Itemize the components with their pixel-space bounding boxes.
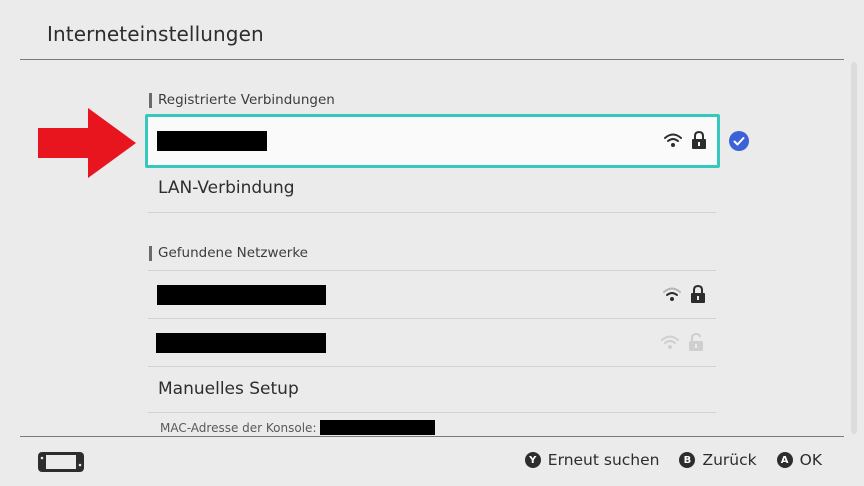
b-button-icon: B bbox=[679, 452, 696, 468]
mac-address-label: MAC-Adresse der Konsole: bbox=[160, 421, 317, 435]
ok-button[interactable]: A OK bbox=[776, 451, 822, 469]
network-status-icons bbox=[663, 130, 707, 154]
divider bbox=[148, 412, 716, 413]
y-button-icon: Y bbox=[524, 452, 541, 468]
wifi-icon bbox=[660, 334, 680, 354]
search-again-label: Erneut suchen bbox=[547, 451, 660, 469]
lock-icon bbox=[690, 284, 706, 308]
redacted-network-name bbox=[157, 131, 267, 151]
section-registered-label: Registrierte Verbindungen bbox=[149, 92, 335, 108]
ok-label: OK bbox=[799, 451, 822, 469]
header-divider bbox=[20, 59, 844, 60]
redacted-network-name bbox=[157, 285, 326, 305]
wifi-icon bbox=[663, 132, 683, 152]
redacted-mac-address bbox=[320, 420, 435, 435]
network-status-icons bbox=[662, 284, 706, 308]
scrollbar[interactable] bbox=[851, 62, 857, 434]
wifi-icon bbox=[662, 286, 682, 306]
back-label: Zurück bbox=[702, 451, 757, 469]
check-icon bbox=[729, 131, 749, 151]
network-status-icons bbox=[660, 332, 706, 356]
arrow-right-icon bbox=[38, 108, 136, 182]
manual-setup-label: Manuelles Setup bbox=[158, 379, 299, 399]
divider bbox=[148, 212, 716, 213]
found-network-row[interactable] bbox=[148, 271, 716, 318]
a-button-icon: A bbox=[776, 452, 793, 468]
lock-icon bbox=[691, 130, 707, 154]
footer-divider bbox=[20, 436, 844, 437]
unlock-icon bbox=[688, 332, 706, 356]
lan-connection-label: LAN-Verbindung bbox=[158, 178, 295, 198]
search-again-button[interactable]: Y Erneut suchen bbox=[524, 451, 660, 469]
section-found-label: Gefundene Netzwerke bbox=[149, 245, 308, 261]
page-title: Interneteinstellungen bbox=[47, 22, 264, 46]
registered-connection-selected[interactable] bbox=[145, 114, 720, 168]
back-button[interactable]: B Zurück bbox=[679, 451, 757, 469]
console-icon bbox=[37, 451, 85, 477]
manual-setup-row[interactable]: Manuelles Setup bbox=[148, 367, 716, 414]
lan-connection-row[interactable]: LAN-Verbindung bbox=[148, 166, 716, 213]
found-network-row[interactable] bbox=[148, 319, 716, 366]
redacted-network-name bbox=[156, 333, 326, 353]
footer-actions: Y Erneut suchen B Zurück A OK bbox=[524, 451, 822, 469]
